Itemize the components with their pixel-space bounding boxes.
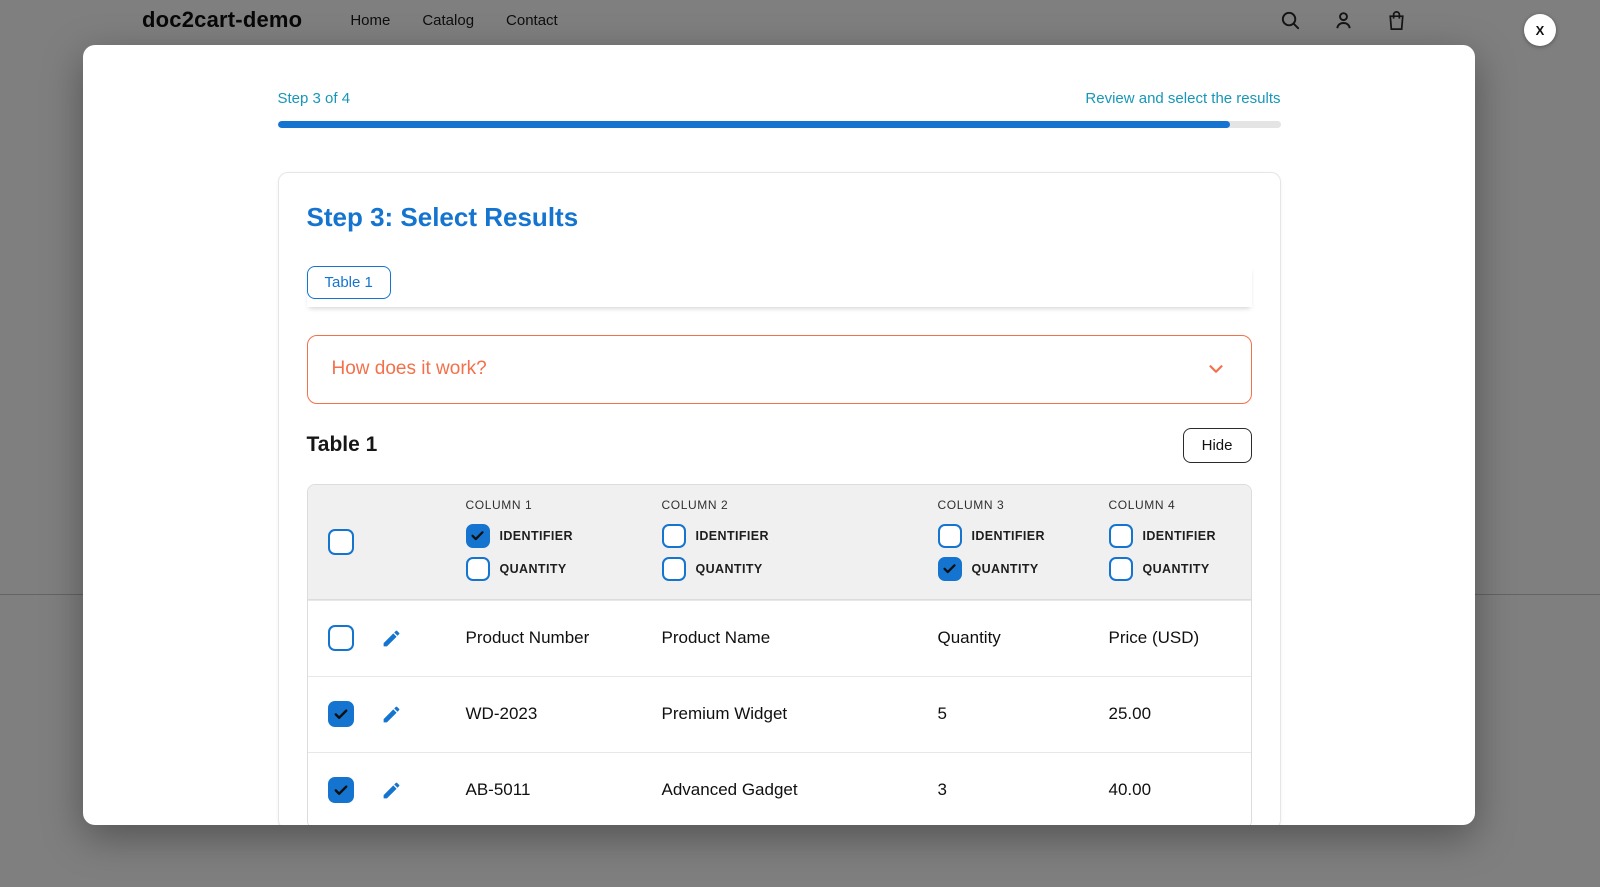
column-1-header: COLUMN 1 xyxy=(465,497,533,512)
column-2-header: COLUMN 2 xyxy=(661,497,729,512)
row-select-checkbox[interactable] xyxy=(327,701,354,727)
row-cell: Premium Widget xyxy=(661,704,788,723)
identifier-checkbox-col4[interactable] xyxy=(1108,523,1133,548)
table-head: COLUMN 1 IDENTIFIER QUANTITY COLUMN 2 ID… xyxy=(307,484,1251,600)
edit-row-button[interactable] xyxy=(381,780,402,801)
step-indicator: Step 3 of 4 xyxy=(277,90,351,107)
row-select-checkbox[interactable] xyxy=(327,625,354,651)
quantity-label: QUANTITY xyxy=(499,561,567,576)
column-2-quantity-option[interactable]: QUANTITY xyxy=(661,556,938,581)
quantity-checkbox-col4[interactable] xyxy=(1108,556,1133,581)
identifier-checkbox-col1[interactable] xyxy=(465,523,490,548)
row-cell: 5 xyxy=(937,704,947,723)
row-cell: 40.00 xyxy=(1108,780,1152,799)
row-cell: Advanced Gadget xyxy=(661,780,798,799)
row-cell: Quantity xyxy=(937,628,1001,647)
quantity-label: QUANTITY xyxy=(1142,561,1210,576)
modal-close-button[interactable]: X xyxy=(1524,14,1556,46)
identifier-checkbox-col3[interactable] xyxy=(937,523,962,548)
row-cell: Price (USD) xyxy=(1108,628,1200,647)
column-4-identifier-option[interactable]: IDENTIFIER xyxy=(1108,523,1251,548)
column-1-cell: COLUMN 1 IDENTIFIER QUANTITY xyxy=(465,485,662,590)
quantity-label: QUANTITY xyxy=(971,561,1039,576)
chevron-down-icon xyxy=(1205,358,1227,380)
hide-button[interactable]: Hide xyxy=(1182,427,1252,463)
tab-table-1[interactable]: Table 1 xyxy=(306,265,391,299)
edit-row-button[interactable] xyxy=(381,628,402,649)
quantity-checkbox-col3[interactable] xyxy=(937,556,962,581)
progress-fill xyxy=(277,121,1231,128)
table-header-row: Table 1 Hide xyxy=(306,427,1252,463)
column-2-cell: COLUMN 2 IDENTIFIER QUANTITY xyxy=(661,485,938,590)
column-3-cell: COLUMN 3 IDENTIFIER QUANTITY xyxy=(937,485,1109,590)
column-3-quantity-option[interactable]: QUANTITY xyxy=(937,556,1109,581)
step-description: Review and select the results xyxy=(1085,90,1281,107)
column-3-identifier-option[interactable]: IDENTIFIER xyxy=(937,523,1109,548)
column-1-quantity-option[interactable]: QUANTITY xyxy=(465,556,662,581)
column-2-identifier-option[interactable]: IDENTIFIER xyxy=(661,523,938,548)
row-cell: Product Number xyxy=(465,628,590,647)
table-row: Product Number Product Name Quantity Pri… xyxy=(307,599,1251,676)
edit-row-button[interactable] xyxy=(381,704,402,725)
select-all-checkbox[interactable] xyxy=(327,528,354,555)
modal: Step 3 of 4 Review and select the result… xyxy=(83,45,1475,825)
row-cell: Product Name xyxy=(661,628,771,647)
tab-strip: Table 1 xyxy=(306,265,1252,307)
results-card: Step 3: Select Results Table 1 How does … xyxy=(277,172,1281,825)
column-4-cell: COLUMN 4 IDENTIFIER QUANTITY xyxy=(1108,485,1251,590)
column-4-quantity-option[interactable]: QUANTITY xyxy=(1108,556,1251,581)
row-select-checkbox[interactable] xyxy=(327,777,354,803)
how-it-works-accordion[interactable]: How does it work? xyxy=(306,334,1252,404)
column-3-header: COLUMN 3 xyxy=(937,497,1005,512)
quantity-checkbox-col2[interactable] xyxy=(661,556,686,581)
identifier-label: IDENTIFIER xyxy=(695,528,769,543)
identifier-label: IDENTIFIER xyxy=(1142,528,1216,543)
table-row: WD-2023 Premium Widget 5 25.00 xyxy=(307,675,1251,752)
row-cell: 25.00 xyxy=(1108,704,1152,723)
quantity-label: QUANTITY xyxy=(695,561,763,576)
column-1-identifier-option[interactable]: IDENTIFIER xyxy=(465,523,662,548)
row-cell: 3 xyxy=(937,780,947,799)
progress-header: Step 3 of 4 Review and select the result… xyxy=(278,90,1281,107)
identifier-label: IDENTIFIER xyxy=(499,528,573,543)
identifier-label: IDENTIFIER xyxy=(971,528,1045,543)
quantity-checkbox-col1[interactable] xyxy=(465,556,490,581)
accordion-label: How does it work? xyxy=(331,358,487,379)
results-table: COLUMN 1 IDENTIFIER QUANTITY COLUMN 2 ID… xyxy=(306,483,1252,825)
column-4-header: COLUMN 4 xyxy=(1108,497,1176,512)
identifier-checkbox-col2[interactable] xyxy=(661,523,686,548)
row-cell: WD-2023 xyxy=(465,704,538,723)
card-title: Step 3: Select Results xyxy=(306,202,579,232)
row-cell: AB-5011 xyxy=(465,780,531,799)
table-title: Table 1 xyxy=(306,433,378,456)
progress-bar xyxy=(277,121,1281,128)
table-row: AB-5011 Advanced Gadget 3 40.00 xyxy=(307,751,1251,825)
